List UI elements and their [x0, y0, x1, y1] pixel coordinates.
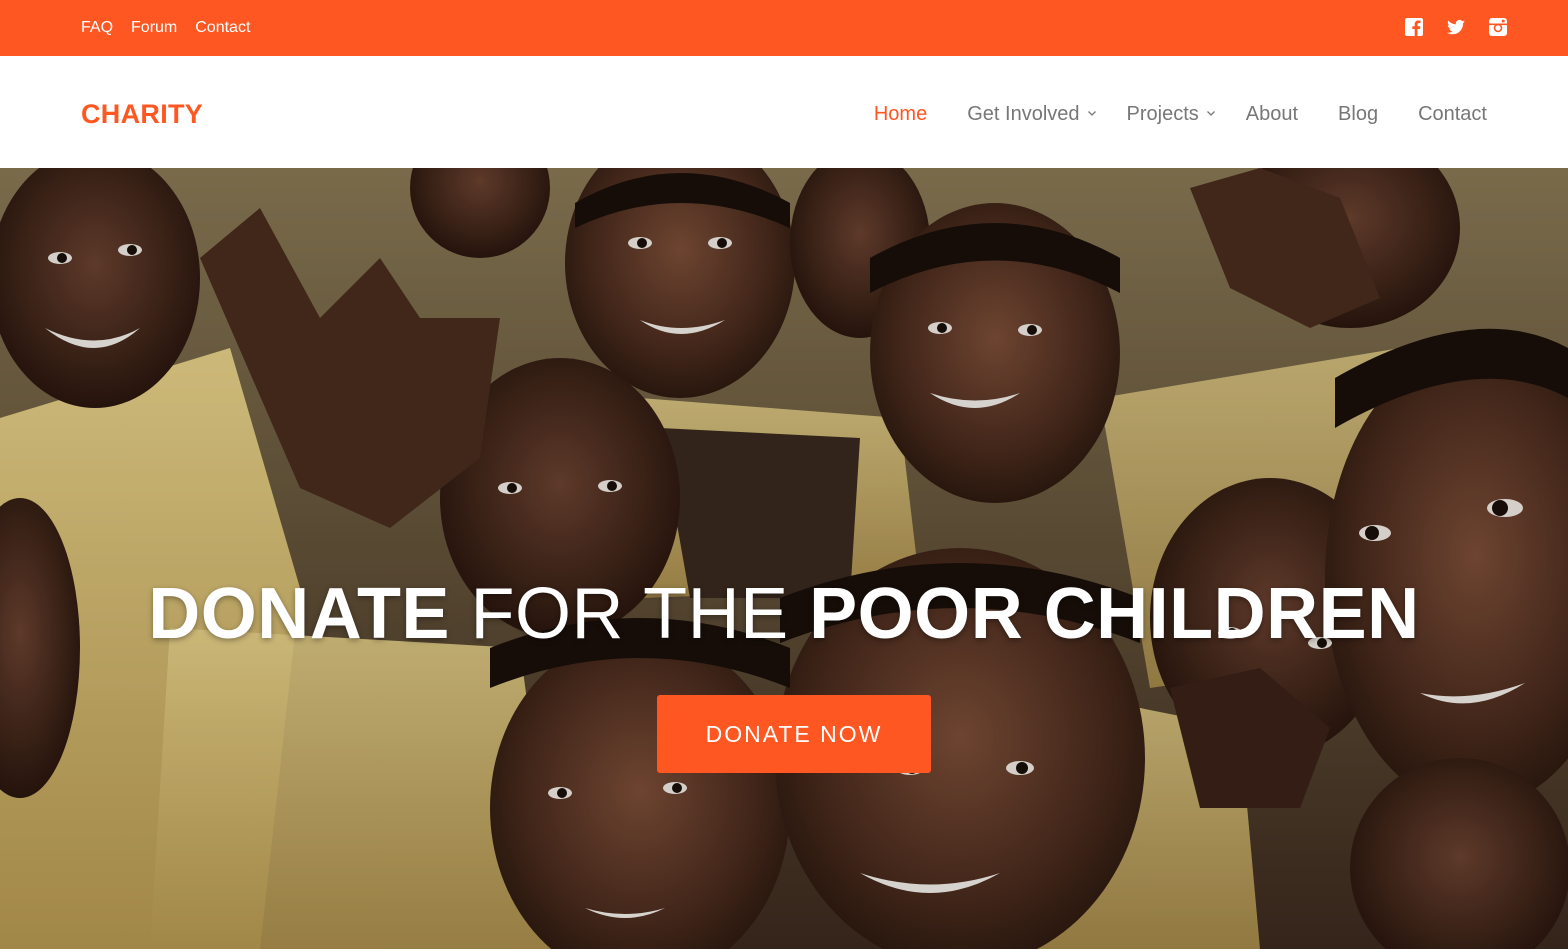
nav-item-home[interactable]: Home [874, 103, 927, 126]
donate-now-button[interactable]: DONATE NOW [657, 695, 931, 773]
social-links [1404, 17, 1508, 37]
nav-item-label: Home [873, 103, 928, 125]
nav-item-projects[interactable]: Projects [1127, 103, 1216, 126]
nav-item-label: Contact [1418, 103, 1487, 125]
nav-item-label: Projects [1126, 103, 1199, 125]
hero-background-image [0, 168, 1568, 949]
nav-item-label: About [1245, 103, 1299, 125]
hero-title: DONATE FOR THE POOR CHILDREN [0, 573, 1568, 655]
top-link-forum[interactable]: Forum [131, 19, 177, 37]
hero-section: DONATE FOR THE POOR CHILDREN DONATE NOW [0, 168, 1568, 949]
hero-title-part2: FOR THE [449, 574, 810, 654]
top-link-faq[interactable]: FAQ [81, 19, 113, 37]
main-nav: Home Get Involved Projects About Blog Co… [874, 103, 1487, 126]
top-bar: FAQ Forum Contact [0, 0, 1568, 56]
nav-item-get-involved[interactable]: Get Involved [967, 103, 1096, 126]
nav-item-about[interactable]: About [1246, 103, 1298, 126]
chevron-down-icon [1087, 111, 1096, 116]
hero-title-part3: POOR CHILDREN [809, 574, 1420, 654]
chevron-down-icon [1206, 111, 1215, 116]
nav-item-label: Blog [1338, 103, 1379, 125]
top-links: FAQ Forum Contact [81, 19, 250, 37]
nav-item-label: Get Involved [967, 103, 1080, 125]
hero-title-part1: DONATE [148, 574, 450, 654]
instagram-icon[interactable] [1488, 17, 1508, 37]
facebook-icon[interactable] [1404, 17, 1424, 37]
nav-item-contact[interactable]: Contact [1418, 103, 1487, 126]
main-header: CHARITY Home Get Involved Projects About… [0, 56, 1568, 168]
twitter-icon[interactable] [1446, 17, 1466, 37]
site-logo[interactable]: CHARITY [81, 99, 203, 130]
nav-item-blog[interactable]: Blog [1338, 103, 1378, 126]
top-link-contact[interactable]: Contact [195, 19, 250, 37]
